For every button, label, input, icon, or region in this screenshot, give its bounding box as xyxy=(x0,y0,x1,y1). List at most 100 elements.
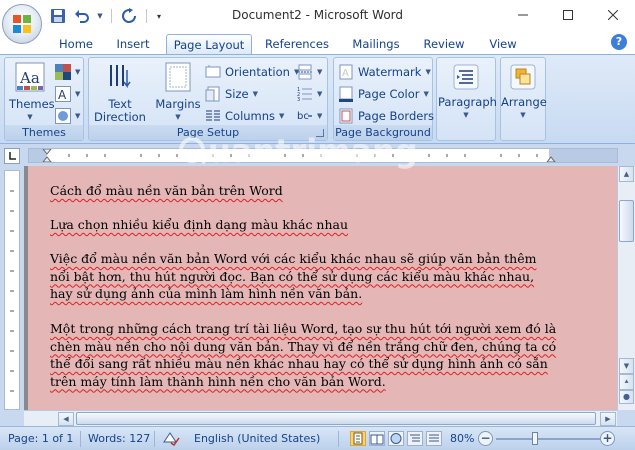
text-direction-label-2-text: Direction xyxy=(94,110,146,124)
watermark-icon: A xyxy=(339,64,353,80)
tab-page-layout[interactable]: Page Layout xyxy=(166,34,252,54)
chevron-up-icon: ▲ xyxy=(623,170,630,178)
page-setup-launcher[interactable] xyxy=(316,129,324,137)
tab-mailings[interactable]: Mailings xyxy=(345,34,407,54)
scroll-down-button[interactable]: ▼ xyxy=(619,358,634,374)
zoom-slider-handle[interactable] xyxy=(532,432,538,445)
page-color-button[interactable]: Page Color ▼ xyxy=(338,84,429,104)
customize-qat-button[interactable]: ▾ xyxy=(154,6,164,26)
themes-group: Aa Themes ▼ ▼ A ▼ ▼ Themes xyxy=(4,57,84,141)
full-screen-reading-view-button[interactable] xyxy=(369,431,385,446)
close-icon xyxy=(607,10,618,20)
doc-paragraph-2: Lựa chọn nhiều kiểu định dạng màu khác n… xyxy=(50,217,349,232)
tab-review[interactable]: Review xyxy=(417,34,471,54)
select-browse-object-button[interactable]: ● xyxy=(619,390,634,404)
chevron-right-icon: ▶ xyxy=(605,415,611,423)
margins-button[interactable]: Margins ▼ xyxy=(153,62,203,124)
theme-fonts-button[interactable]: A ▼ xyxy=(55,84,80,104)
breaks-button[interactable]: ▼ xyxy=(297,62,322,82)
web-layout-view-button[interactable] xyxy=(388,431,404,446)
scroll-right-button[interactable]: ▶ xyxy=(600,412,616,426)
columns-icon xyxy=(206,110,220,121)
browse-object-icon: ● xyxy=(623,392,630,401)
paragraph-group: Paragraph ▼ xyxy=(436,57,497,141)
line-numbers-icon: 123 xyxy=(297,87,312,102)
chevron-down-icon: ▼ xyxy=(75,90,81,98)
chevron-left-icon: ◀ xyxy=(63,415,69,423)
zoom-level[interactable]: 80% xyxy=(450,432,474,445)
horizontal-scroll-thumb[interactable] xyxy=(76,412,596,425)
theme-effects-icon xyxy=(55,108,71,124)
status-bar: Page: 1 of 1 Words: 127 English (United … xyxy=(0,426,635,450)
chevron-down-icon: ▼ xyxy=(423,90,429,98)
maximize-button[interactable] xyxy=(545,0,590,30)
horizontal-ruler[interactable] xyxy=(28,148,618,163)
vertical-scroll-thumb[interactable] xyxy=(619,200,634,242)
themes-button[interactable]: Aa Themes ▼ xyxy=(9,62,55,124)
themes-group-label: Themes xyxy=(5,125,83,140)
size-icon xyxy=(205,86,220,102)
document-subheading: Lựa chọn nhiều kiểu định dạng màu khác n… xyxy=(50,216,560,234)
page-borders-button[interactable]: Page Borders xyxy=(338,106,434,126)
outline-view-button[interactable] xyxy=(407,431,423,446)
scroll-up-button[interactable]: ▲ xyxy=(619,166,634,182)
tab-insert[interactable]: Insert xyxy=(108,34,158,54)
paragraph-button[interactable]: Paragraph ▼ xyxy=(438,64,497,122)
size-button[interactable]: Size ▼ xyxy=(205,84,258,104)
hyphenation-button[interactable]: bc ▼ xyxy=(297,106,322,126)
language-indicator[interactable]: English (United States) xyxy=(194,432,320,445)
size-label: Size xyxy=(225,87,249,101)
arrange-label: Arrange xyxy=(501,95,547,109)
document-page[interactable]: Cách đổ màu nền văn bản trên Word Lựa ch… xyxy=(28,166,617,410)
zoom-out-button[interactable]: − xyxy=(478,431,493,446)
vertical-ruler-ticks-icon xyxy=(10,190,14,392)
save-button[interactable] xyxy=(48,6,68,26)
repeat-button[interactable] xyxy=(119,6,139,26)
tab-view[interactable]: View xyxy=(481,34,525,54)
theme-colors-icon xyxy=(55,64,71,80)
draft-view-button[interactable] xyxy=(426,431,442,446)
page-count[interactable]: Page: 1 of 1 xyxy=(8,432,73,445)
scroll-left-button[interactable]: ◀ xyxy=(58,412,74,426)
chevron-down-icon: ▼ xyxy=(317,90,323,98)
arrange-button[interactable]: Arrange ▼ xyxy=(501,64,547,122)
print-layout-icon xyxy=(353,432,363,445)
columns-button[interactable]: Columns ▼ xyxy=(205,106,284,126)
print-layout-view-button[interactable] xyxy=(350,431,366,446)
previous-page-button[interactable]: ⯅ xyxy=(619,374,634,390)
line-numbers-button[interactable]: 1 2 3 ▼ xyxy=(297,84,322,104)
qat-divider xyxy=(111,9,112,23)
office-button[interactable] xyxy=(2,4,42,44)
word-count[interactable]: Words: 127 xyxy=(88,432,150,445)
svg-text:bc: bc xyxy=(297,111,309,122)
orientation-icon xyxy=(205,65,221,78)
vertical-scrollbar[interactable]: ▲ ▼ ⯅ ● xyxy=(617,166,635,410)
horizontal-scrollbar[interactable]: ◀ ▶ xyxy=(24,410,617,426)
watermark-button[interactable]: A Watermark ▼ xyxy=(338,62,431,82)
proofing-button[interactable] xyxy=(162,430,180,449)
tab-references[interactable]: References xyxy=(262,34,332,54)
theme-effects-button[interactable]: ▼ xyxy=(55,106,80,126)
chevron-down-icon: ▼ xyxy=(279,112,285,120)
theme-colors-button[interactable]: ▼ xyxy=(55,62,80,82)
tab-selector-button[interactable] xyxy=(4,148,20,164)
margins-icon xyxy=(165,62,191,92)
zoom-in-button[interactable]: + xyxy=(600,431,615,446)
qat-divider xyxy=(146,9,147,23)
tab-home[interactable]: Home xyxy=(52,34,100,54)
undo-button[interactable] xyxy=(72,6,92,26)
svg-text:A: A xyxy=(342,68,349,79)
vertical-ruler[interactable] xyxy=(4,170,20,410)
page-background-group-label: Page Background xyxy=(334,125,432,140)
close-button[interactable] xyxy=(590,0,635,30)
plus-icon: + xyxy=(602,431,613,445)
minimize-button[interactable] xyxy=(500,0,545,30)
undo-dropdown-button[interactable]: ▼ xyxy=(96,6,104,26)
watermark-label: Watermark xyxy=(358,65,422,79)
undo-icon xyxy=(75,10,89,23)
chevron-down-icon: ▼ xyxy=(463,111,469,119)
zoom-slider[interactable] xyxy=(496,438,600,440)
help-button[interactable]: ? xyxy=(611,34,627,50)
orientation-button[interactable]: Orientation ▼ xyxy=(205,62,299,82)
ruler-bar xyxy=(0,146,635,308)
